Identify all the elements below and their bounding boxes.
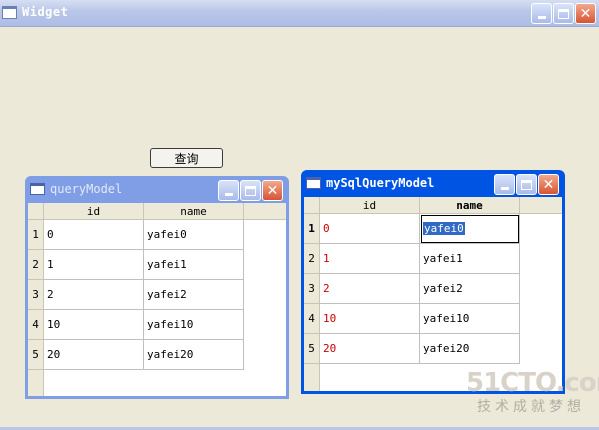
row-header[interactable]: 4 [304,304,320,334]
maximize-button[interactable] [240,180,261,201]
cell-name[interactable]: yafei1 [144,250,244,280]
row-header[interactable]: 3 [304,274,320,304]
table-row[interactable]: 1 0 yafei0 [28,220,244,250]
minimize-icon [224,193,233,196]
cell-id[interactable]: 20 [44,340,144,370]
maximize-button[interactable] [516,174,537,195]
row-header[interactable]: 1 [28,220,44,250]
minimize-icon [537,16,546,19]
table-row[interactable]: 5 20 yafei20 [304,334,520,364]
sql-query-model-window: mySqlQueryModel ✕ id name 1 0 yafei0 2 1… [301,170,565,394]
table-row[interactable]: 2 1 yafei1 [28,250,244,280]
sql-query-model-title: mySqlQueryModel [326,176,435,190]
table-row[interactable]: 3 2 yafei2 [304,274,520,304]
main-title-bar[interactable]: Widget ✕ [0,0,599,27]
window-icon [2,6,17,19]
minimize-button[interactable] [218,180,239,201]
cell-id[interactable]: 2 [320,274,420,304]
cell-id[interactable]: 20 [320,334,420,364]
column-header-name[interactable]: name [144,203,244,220]
corner-cell[interactable] [28,203,44,220]
maximize-icon [245,185,256,196]
close-icon: ✕ [542,176,555,193]
cell-name[interactable]: yafei2 [144,280,244,310]
table-row[interactable]: 3 2 yafei2 [28,280,244,310]
selected-cell-text: yafei0 [423,222,465,235]
sql-query-model-table-view[interactable]: id name 1 0 yafei0 2 1 yafei1 3 2 yafei2… [304,197,562,391]
window-icon [30,183,45,195]
table-row[interactable]: 1 0 yafei0 [304,214,520,244]
cell-name[interactable]: yafei0 [144,220,244,250]
column-header-id[interactable]: id [44,203,144,220]
cell-name[interactable]: yafei20 [420,334,520,364]
maximize-icon [521,179,532,190]
column-header-id[interactable]: id [320,197,420,214]
watermark: 51CTO.com 技术成就梦想 [466,368,599,416]
table-row[interactable]: 2 1 yafei1 [304,244,520,274]
watermark-slogan: 技术成就梦想 [477,399,585,415]
watermark-logo: 51CTO.com [466,368,599,398]
header-filler [244,203,286,220]
cell-id[interactable]: 1 [44,250,144,280]
close-button[interactable]: ✕ [575,3,596,24]
close-button[interactable]: ✕ [538,174,559,195]
cell-name[interactable]: yafei20 [144,340,244,370]
header-filler [520,197,562,214]
close-icon: ✕ [579,5,592,22]
sql-query-model-table[interactable]: id name 1 0 yafei0 2 1 yafei1 3 2 yafei2… [304,197,562,391]
corner-cell[interactable] [304,197,320,214]
column-header-name[interactable]: name [420,197,520,214]
table-header: id name [28,203,286,220]
window-icon [306,177,321,189]
cell-name-selected[interactable]: yafei0 [420,214,520,244]
cell-id[interactable]: 0 [44,220,144,250]
query-model-table[interactable]: id name 1 0 yafei0 2 1 yafei1 3 2 yafei2… [28,203,286,396]
query-model-title-bar[interactable]: queryModel ✕ [28,176,286,203]
cell-name[interactable]: yafei2 [420,274,520,304]
query-model-table-view[interactable]: id name 1 0 yafei0 2 1 yafei1 3 2 yafei2… [28,203,286,396]
minimize-button[interactable] [494,174,515,195]
query-model-title: queryModel [50,182,123,196]
table-row[interactable]: 4 10 yafei10 [304,304,520,334]
query-model-window: queryModel ✕ id name 1 0 yafei0 2 1 yafe… [25,176,289,399]
table-row[interactable]: 4 10 yafei10 [28,310,244,340]
cell-id[interactable]: 2 [44,280,144,310]
table-header: id name [304,197,562,214]
row-header[interactable]: 5 [304,334,320,364]
row-header[interactable]: 3 [28,280,44,310]
cell-id[interactable]: 10 [320,304,420,334]
cell-id[interactable]: 10 [44,310,144,340]
cell-id[interactable]: 0 [320,214,420,244]
table-row[interactable]: 5 20 yafei20 [28,340,244,370]
maximize-button[interactable] [553,3,574,24]
query-button[interactable]: 查询 [150,148,223,168]
minimize-button[interactable] [531,3,552,24]
row-header[interactable]: 4 [28,310,44,340]
minimize-icon [500,187,509,190]
row-header[interactable]: 5 [28,340,44,370]
maximize-icon [558,8,569,19]
row-header[interactable]: 1 [304,214,320,244]
cell-name[interactable]: yafei10 [420,304,520,334]
cell-id[interactable]: 1 [320,244,420,274]
sql-query-model-title-bar[interactable]: mySqlQueryModel ✕ [304,170,562,197]
row-header[interactable]: 2 [304,244,320,274]
close-button[interactable]: ✕ [262,180,283,201]
cell-name[interactable]: yafei10 [144,310,244,340]
row-header[interactable]: 2 [28,250,44,280]
main-window-title: Widget [22,5,69,19]
close-icon: ✕ [266,182,279,199]
cell-name[interactable]: yafei1 [420,244,520,274]
